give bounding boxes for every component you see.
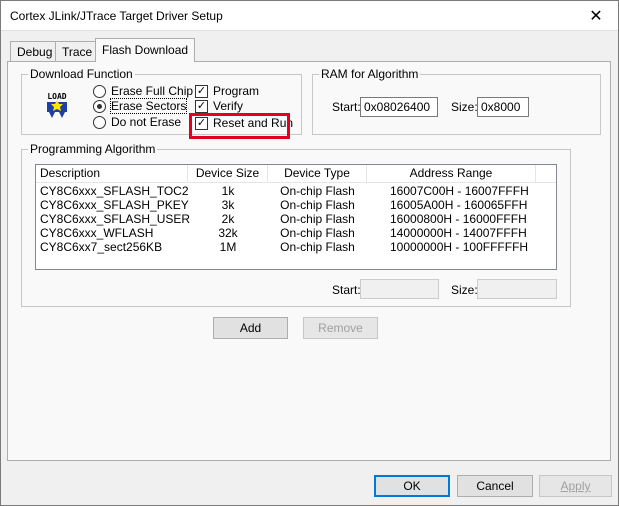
cell-device-type: On-chip Flash — [280, 240, 355, 254]
ram-start-label: Start: — [332, 100, 361, 114]
algorithm-size-input[interactable] — [477, 279, 557, 299]
download-function-legend: Download Function — [30, 67, 133, 81]
table-row[interactable]: CY8C6xx7_sect256KB 1M On-chip Flash 1000… — [36, 240, 556, 254]
cell-description: CY8C6xxx_SFLASH_TOC2 — [40, 184, 189, 198]
load-icon-text: LOAD — [47, 92, 66, 101]
column-header-description[interactable]: Description — [36, 165, 188, 183]
algorithm-list[interactable]: Description Device Size Device Type Addr… — [35, 164, 557, 270]
column-header-empty — [536, 165, 556, 183]
cell-address-range: 16005A00H - 160065FFH — [390, 198, 528, 212]
cell-device-type: On-chip Flash — [280, 198, 355, 212]
checkbox-label: Program — [213, 84, 260, 98]
cell-device-type: On-chip Flash — [280, 212, 355, 226]
ram-size-input[interactable] — [477, 97, 529, 117]
add-button[interactable]: Add — [213, 317, 288, 339]
column-header-address-range[interactable]: Address Range — [367, 165, 536, 183]
radio-erase-full-chip[interactable]: Erase Full Chip — [93, 84, 193, 98]
cell-description: CY8C6xx7_sect256KB — [40, 240, 163, 254]
programming-algorithm-legend: Programming Algorithm — [30, 142, 156, 156]
cell-device-size: 1M — [219, 240, 237, 254]
table-row[interactable]: CY8C6xxx_SFLASH_USER 2k On-chip Flash 16… — [36, 212, 556, 226]
cell-address-range: 16007C00H - 16007FFFH — [390, 184, 529, 198]
radio-label: Do not Erase — [111, 115, 182, 129]
cancel-button[interactable]: Cancel — [457, 475, 533, 497]
tab-trace[interactable]: Trace — [55, 41, 100, 61]
algorithm-size-label: Size: — [451, 283, 478, 297]
cell-device-type: On-chip Flash — [280, 184, 355, 198]
checkbox-program[interactable]: ✓ Program — [195, 84, 259, 98]
remove-button[interactable]: Remove — [303, 317, 378, 339]
table-row[interactable]: CY8C6xxx_SFLASH_TOC2 1k On-chip Flash 16… — [36, 184, 556, 198]
ram-size-label: Size: — [451, 100, 478, 114]
cell-description: CY8C6xxx_SFLASH_USER — [40, 212, 191, 226]
tab-flash-download[interactable]: Flash Download — [95, 38, 196, 62]
title-bar[interactable]: Cortex JLink/JTrace Target Driver Setup … — [1, 1, 618, 31]
column-header-device-size[interactable]: Device Size — [188, 165, 268, 183]
list-header: Description Device Size Device Type Addr… — [36, 165, 556, 183]
checkmark-icon: ✓ — [195, 84, 208, 98]
dialog-window: Cortex JLink/JTrace Target Driver Setup … — [0, 0, 619, 506]
checkmark-icon: ✓ — [195, 99, 208, 113]
algorithm-start-input[interactable] — [360, 279, 439, 299]
apply-button[interactable]: Apply — [539, 475, 612, 497]
window-title: Cortex JLink/JTrace Target Driver Setup — [10, 9, 223, 23]
ok-button[interactable]: OK — [374, 475, 450, 497]
radio-label: Erase Full Chip — [111, 84, 194, 98]
apply-label: Apply — [560, 479, 591, 493]
tab-debug[interactable]: Debug — [10, 41, 60, 61]
close-icon[interactable]: ✕ — [574, 1, 618, 31]
cell-device-size: 32k — [218, 226, 238, 240]
radio-indicator — [93, 84, 106, 98]
algorithm-start-label: Start: — [332, 283, 361, 297]
checkbox-label: Verify — [213, 99, 244, 113]
column-header-device-type[interactable]: Device Type — [268, 165, 367, 183]
ram-for-algorithm-legend: RAM for Algorithm — [321, 67, 419, 81]
radio-label: Erase Sectors — [109, 98, 188, 114]
cell-device-size: 3k — [221, 198, 235, 212]
ram-start-input[interactable] — [360, 97, 438, 117]
radio-indicator-selected — [93, 99, 106, 113]
cell-device-size: 2k — [221, 212, 235, 226]
cell-description: CY8C6xxx_SFLASH_PKEY — [40, 198, 189, 212]
radio-do-not-erase[interactable]: Do not Erase — [93, 115, 181, 129]
table-row[interactable]: CY8C6xxx_SFLASH_PKEY 3k On-chip Flash 16… — [36, 198, 556, 212]
highlight-annotation — [189, 113, 290, 139]
checkbox-verify[interactable]: ✓ Verify — [195, 99, 243, 113]
radio-indicator — [93, 115, 106, 129]
cell-address-range: 14000000H - 14007FFFH — [390, 226, 527, 240]
cell-description: CY8C6xxx_WFLASH — [40, 226, 154, 240]
load-icon: LOAD — [43, 90, 71, 120]
radio-erase-sectors[interactable]: Erase Sectors — [93, 98, 188, 114]
cell-device-size: 1k — [221, 184, 235, 198]
cell-device-type: On-chip Flash — [280, 226, 355, 240]
cell-address-range: 10000000H - 100FFFFFH — [390, 240, 529, 254]
cell-address-range: 16000800H - 16000FFFH — [390, 212, 527, 226]
table-row[interactable]: CY8C6xxx_WFLASH 32k On-chip Flash 140000… — [36, 226, 556, 240]
